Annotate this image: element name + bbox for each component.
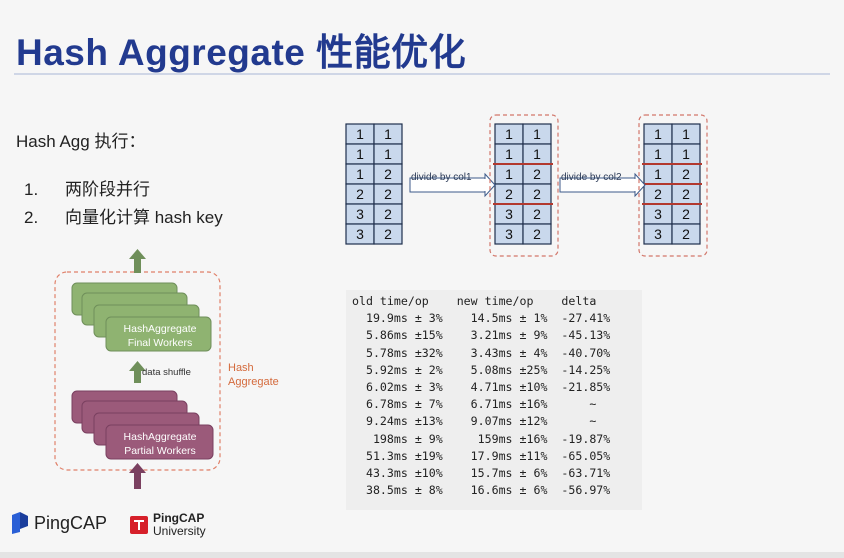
table-cell-value: 2 xyxy=(682,226,690,242)
table-cell-value: 1 xyxy=(505,146,513,162)
partition-diagram: 1 1 1 1 1 2 2 2 3 2 3 2 1 1 1 1 1 2 2 2 3 2 3 2 1 1 1 1 1 2 2 2 3 2 3 2 div… xyxy=(345,114,708,257)
table-cell-value: 1 xyxy=(654,166,662,182)
table-cell-value: 2 xyxy=(682,206,690,222)
arrow1-label: divide by col1 xyxy=(411,172,472,183)
input-arrow-icon xyxy=(134,471,141,489)
benchmark-row: 51.3ms ±19% 17.9ms ±11% -65.05% xyxy=(352,448,611,463)
benchmark-row: 5.78ms ±32% 3.43ms ± 4% -40.70% xyxy=(352,345,611,360)
benchmark-header: old time/op new time/op delta xyxy=(352,294,597,308)
table-cell-value: 1 xyxy=(682,126,690,142)
table-cell-value: 1 xyxy=(654,126,662,142)
benchmark-row: 5.86ms ±15% 3.21ms ± 9% -45.13% xyxy=(352,328,611,343)
table-cell-value: 2 xyxy=(682,166,690,182)
benchmark-row: 19.9ms ± 3% 14.5ms ± 1% -27.41% xyxy=(352,311,611,326)
benchmark-table: old time/op new time/op delta 19.9ms ± 3… xyxy=(346,290,642,510)
table-cell-value: 2 xyxy=(356,186,364,202)
table-cell-value: 2 xyxy=(533,166,541,182)
shuffle-arrow-icon xyxy=(134,369,141,383)
table-by-col2: 1 1 1 1 1 2 2 2 3 2 3 2 xyxy=(642,123,702,245)
table-cell-value: 1 xyxy=(505,126,513,142)
arrow-divide-col2: divide by col2 xyxy=(559,172,646,198)
bottom-bar xyxy=(0,552,844,558)
table-cell-value: 2 xyxy=(384,206,392,222)
partial-label-1: HashAggregate xyxy=(124,431,197,443)
table-cell-value: 3 xyxy=(654,206,662,222)
table-cell-value: 3 xyxy=(356,206,364,222)
title-divider xyxy=(14,73,830,75)
table-cell-value: 3 xyxy=(356,226,364,242)
list-item: 2. 向量化计算 hash key xyxy=(24,208,223,227)
final-label-1: HashAggregate xyxy=(124,323,197,335)
partial-label-2: Partial Workers xyxy=(124,445,196,457)
table-cell-value: 1 xyxy=(384,146,392,162)
slide: Hash Aggregate 性能优化 Hash Agg 执行： 1. 两阶段并行… xyxy=(0,0,844,558)
numbered-list: 1. 两阶段并行 2. 向量化计算 hash key xyxy=(24,176,223,232)
table-cell-value: 1 xyxy=(505,166,513,182)
worker-diagram: HashAggregate Final Workers data shuffle… xyxy=(54,249,279,489)
arrow2-label: divide by col2 xyxy=(561,172,622,183)
table-cell-value: 2 xyxy=(384,186,392,202)
benchmark-row: 38.5ms ± 8% 16.6ms ± 6% -56.97% xyxy=(352,483,611,498)
table-cell-value: 2 xyxy=(654,186,662,202)
hash-label-2: Aggregate xyxy=(228,376,279,388)
benchmark-text: old time/op new time/op delta 19.9ms ± 3… xyxy=(352,293,610,499)
pingcap-university-logo: PingCAP University xyxy=(129,512,206,538)
output-arrow-icon xyxy=(134,257,141,273)
university-logo-line2: University xyxy=(153,524,206,538)
arrow-divide-col1: divide by col1 xyxy=(409,172,496,198)
benchmark-row: 43.3ms ±10% 15.7ms ± 6% -63.71% xyxy=(352,466,611,481)
table-cell-value: 1 xyxy=(654,146,662,162)
table-cell-value: 3 xyxy=(654,226,662,242)
table-cell-value: 2 xyxy=(384,226,392,242)
table-cell-value: 2 xyxy=(533,226,541,242)
table-cell-value: 2 xyxy=(533,186,541,202)
table-cell-value: 2 xyxy=(533,206,541,222)
table-cell-value: 2 xyxy=(505,186,513,202)
pingcap-logo-icon xyxy=(12,512,28,534)
table-cell-value: 2 xyxy=(682,186,690,202)
table-cell-value: 1 xyxy=(356,166,364,182)
benchmark-row: 198ms ± 9% 159ms ±16% -19.87% xyxy=(352,431,611,446)
pingcap-logo-text: PingCAP xyxy=(34,512,108,533)
slide-title: Hash Aggregate 性能优化 xyxy=(16,32,467,73)
table-cell-value: 1 xyxy=(682,146,690,162)
final-label-2: Final Workers xyxy=(128,337,193,349)
table-cell-value: 1 xyxy=(533,126,541,142)
university-logo-icon xyxy=(130,516,148,534)
benchmark-row: 9.24ms ±13% 9.07ms ±12% ~ xyxy=(352,414,597,429)
table-cell-value: 1 xyxy=(356,126,364,142)
table-cell-value: 1 xyxy=(356,146,364,162)
shuffle-label: data shuffle xyxy=(142,367,191,378)
pingcap-logo: PingCAP xyxy=(10,512,107,534)
hash-label-1: Hash xyxy=(228,362,254,374)
table-by-col1: 1 1 1 1 1 2 2 2 3 2 3 2 xyxy=(493,123,553,245)
list-item: 1. 两阶段并行 xyxy=(24,180,150,199)
table-cell-value: 1 xyxy=(533,146,541,162)
table-cell-value: 1 xyxy=(384,126,392,142)
benchmark-row: 5.92ms ± 2% 5.08ms ±25% -14.25% xyxy=(352,362,611,377)
table-cell-value: 3 xyxy=(505,206,513,222)
table-cell-value: 3 xyxy=(505,226,513,242)
subtitle: Hash Agg 执行： xyxy=(16,132,146,151)
benchmark-row: 6.78ms ± 7% 6.71ms ±16% ~ xyxy=(352,397,597,412)
table-cell-value: 2 xyxy=(384,166,392,182)
benchmark-row: 6.02ms ± 3% 4.71ms ±10% -21.85% xyxy=(352,380,611,395)
table-original: 1 1 1 1 1 2 2 2 3 2 3 2 xyxy=(345,123,403,245)
